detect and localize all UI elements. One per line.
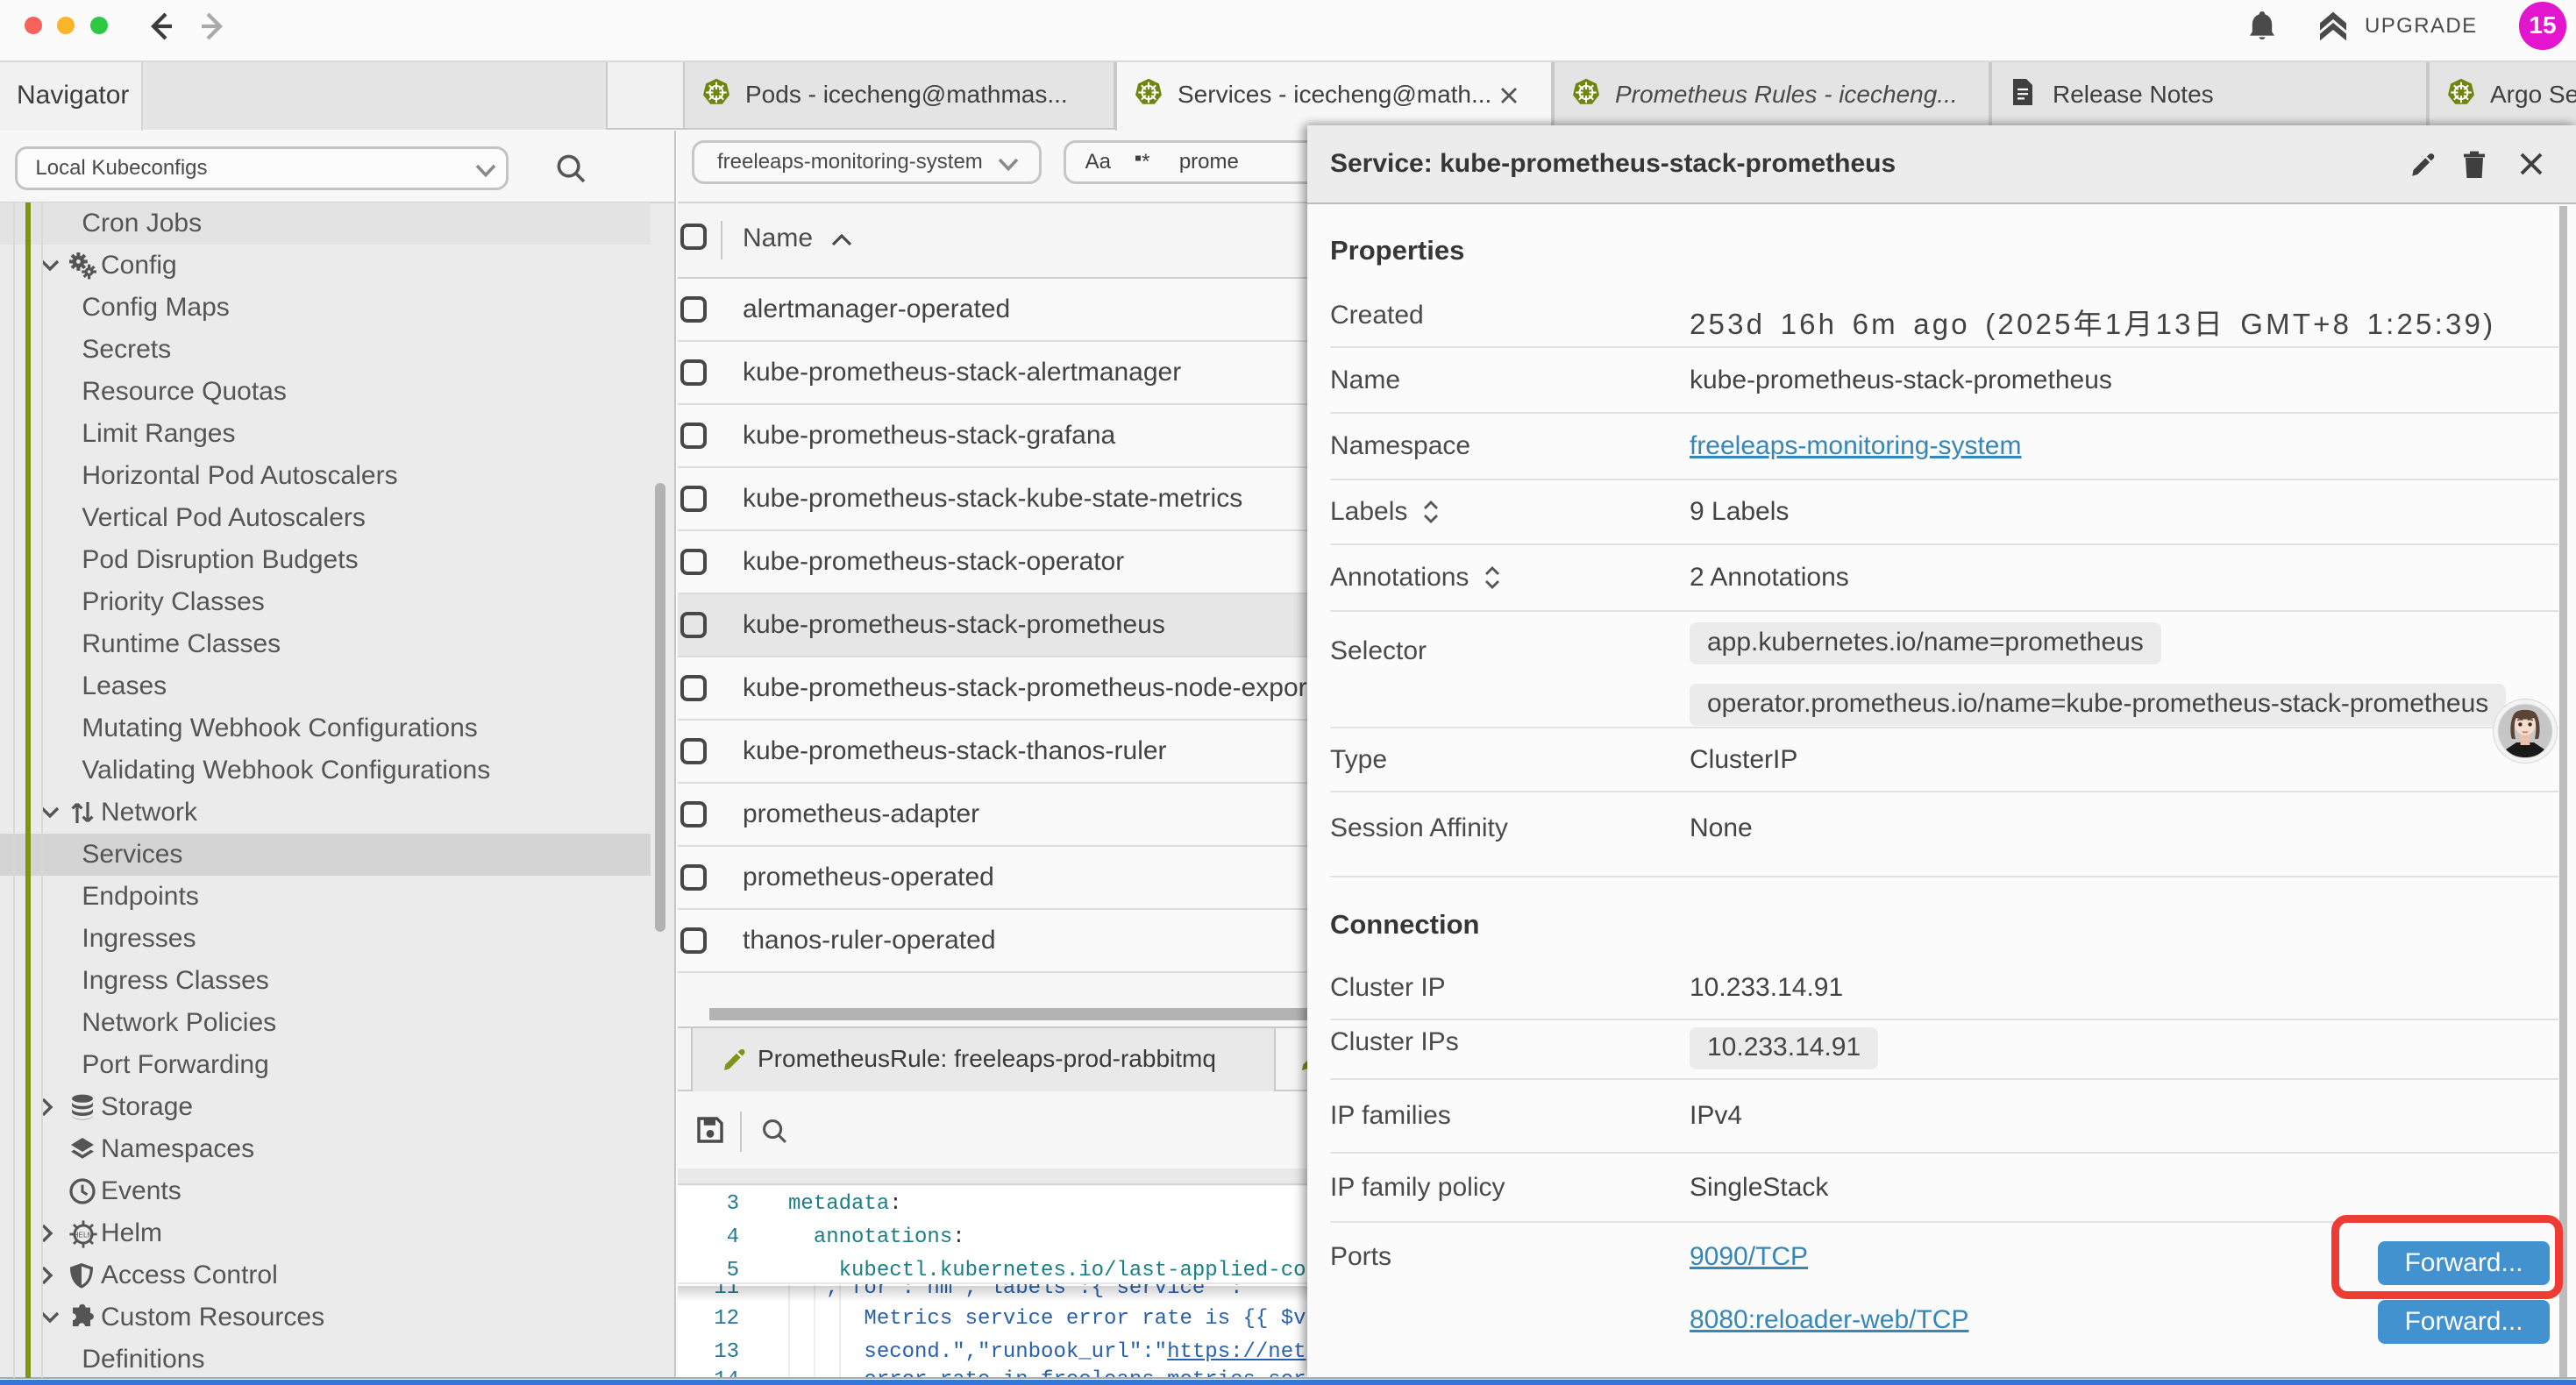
svg-text:HELM: HELM bbox=[73, 1231, 93, 1239]
